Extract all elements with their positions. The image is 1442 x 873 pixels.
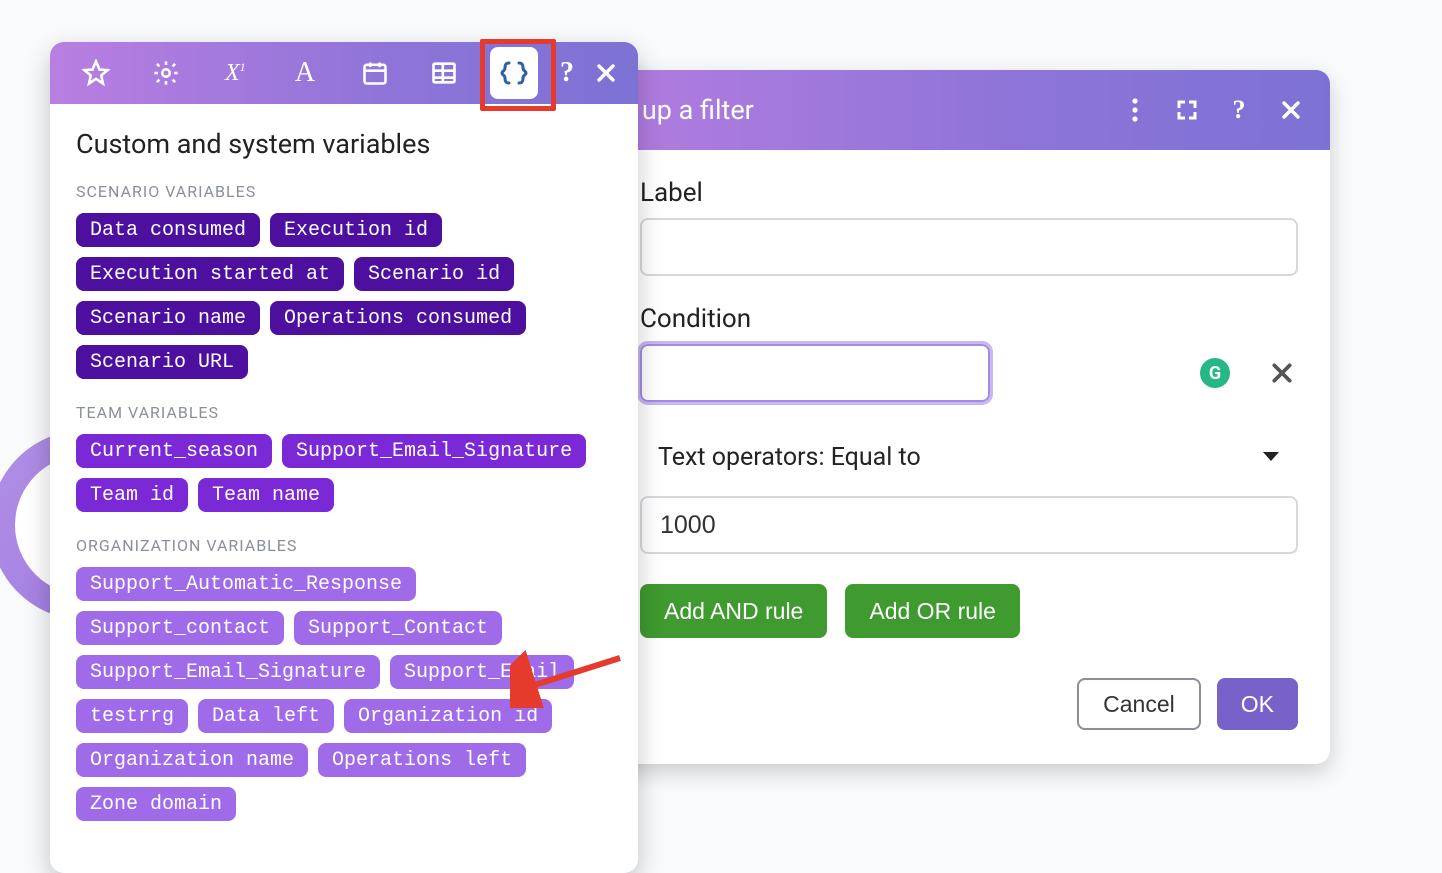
variable-pill[interactable]: Support_Email_Signature (76, 655, 380, 689)
ok-button[interactable]: OK (1217, 678, 1298, 730)
text-a-icon: A (295, 57, 315, 89)
tab-array[interactable] (421, 47, 469, 99)
variable-pill[interactable]: Support_contact (76, 611, 284, 645)
help-icon[interactable]: ? (1226, 97, 1252, 123)
variable-pill[interactable]: Operations left (318, 743, 526, 777)
variable-pill[interactable]: Team name (198, 478, 334, 512)
operator-select-text: Text operators: Equal to (658, 443, 921, 472)
variable-pill[interactable]: Data left (198, 699, 334, 733)
variables-popover-title: Custom and system variables (76, 128, 612, 160)
variable-pill[interactable]: testrrg (76, 699, 188, 733)
variable-pill[interactable]: Team id (76, 478, 188, 512)
close-icon[interactable] (1278, 97, 1304, 123)
label-field-label: Label (640, 178, 1298, 208)
close-icon[interactable] (596, 47, 616, 99)
operator-select[interactable]: Text operators: Equal to (640, 430, 1298, 484)
variables-popover: X1 A ? Custom and system varia (50, 42, 638, 873)
filter-dialog: Set up a filter ? Label Condition G (570, 70, 1330, 764)
grammarly-badge-icon: G (1200, 358, 1230, 388)
filter-dialog-header: Set up a filter ? (570, 70, 1330, 150)
remove-condition-button[interactable] (1266, 357, 1298, 389)
tab-gear[interactable] (142, 47, 190, 99)
tab-text[interactable]: A (281, 47, 329, 99)
variable-pill[interactable]: Scenario name (76, 301, 260, 335)
variable-group-label: TEAM VARIABLES (76, 403, 612, 422)
tab-variables-braces[interactable] (490, 47, 538, 99)
braces-icon (499, 60, 529, 86)
variable-pill[interactable]: Support_Automatic_Response (76, 567, 416, 601)
chevron-down-icon (1262, 451, 1280, 463)
condition-left-input[interactable] (640, 344, 990, 402)
tab-math[interactable]: X1 (211, 47, 259, 99)
variable-pill[interactable]: Support_Contact (294, 611, 502, 645)
variable-pill[interactable]: Execution started at (76, 257, 344, 291)
expand-icon[interactable] (1174, 97, 1200, 123)
variable-group-label: SCENARIO VARIABLES (76, 182, 612, 201)
variable-pill[interactable]: Zone domain (76, 787, 236, 821)
tab-star[interactable] (72, 47, 120, 99)
add-or-rule-button[interactable]: Add OR rule (845, 584, 1020, 638)
condition-value-input[interactable] (640, 496, 1298, 554)
cancel-button[interactable]: Cancel (1077, 678, 1201, 730)
tab-calendar[interactable] (351, 47, 399, 99)
variable-pill[interactable]: Organization id (344, 699, 552, 733)
variable-pill[interactable]: Support_Email_Signature (282, 434, 586, 468)
variable-pill[interactable]: Execution id (270, 213, 442, 247)
variable-pill[interactable]: Operations consumed (270, 301, 526, 335)
add-and-rule-button[interactable]: Add AND rule (640, 584, 827, 638)
condition-field-label: Condition (640, 304, 1298, 334)
variable-pill-group: Support_Automatic_Response Support_contac… (76, 567, 612, 821)
filter-dialog-title: Set up a filter (596, 94, 1122, 126)
more-vert-icon[interactable] (1122, 97, 1148, 123)
label-input[interactable] (640, 218, 1298, 276)
variable-pill[interactable]: Scenario id (354, 257, 514, 291)
variable-pill[interactable]: Scenario URL (76, 345, 248, 379)
variable-pill-group: Data consumed Execution id Execution start… (76, 213, 612, 379)
variables-toolbar: X1 A ? (50, 42, 638, 104)
variable-pill[interactable]: Support_Email (390, 655, 574, 689)
variable-pill[interactable]: Organization name (76, 743, 308, 777)
variable-group-label: ORGANIZATION VARIABLES (76, 536, 612, 555)
variable-pill[interactable]: Data consumed (76, 213, 260, 247)
help-icon[interactable]: ? (560, 47, 574, 99)
variable-pill-group: Current_season Support_Email_Signature Tea… (76, 434, 612, 512)
variable-pill[interactable]: Current_season (76, 434, 272, 468)
math-x1-icon: X1 (225, 60, 246, 87)
